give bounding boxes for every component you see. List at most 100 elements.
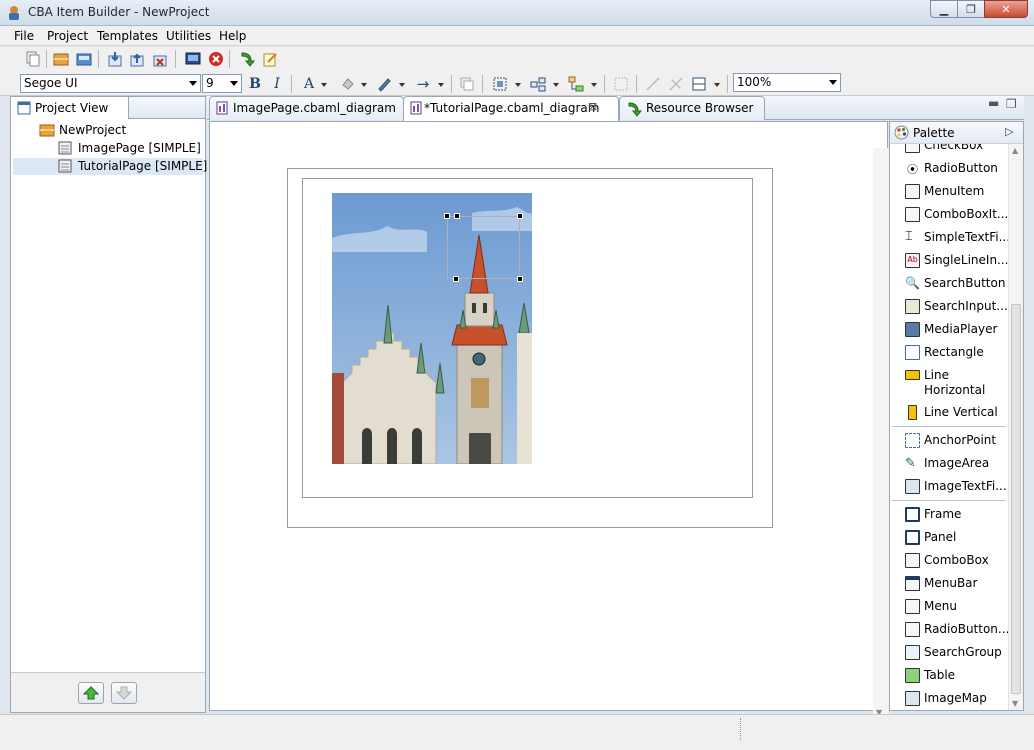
remove-connector-icon[interactable] — [667, 75, 685, 93]
close-tab-icon[interactable]: ⊠ — [588, 100, 597, 113]
copy-icon[interactable] — [24, 50, 42, 68]
menu-utilities[interactable]: Utilities — [166, 29, 211, 43]
palette-item-table[interactable]: Table — [890, 666, 1008, 686]
preview-icon[interactable] — [184, 50, 202, 68]
resize-handle[interactable] — [453, 276, 459, 282]
palette-item-combobox[interactable]: ComboBox — [890, 551, 1008, 571]
minimize-button[interactable]: ▁ — [930, 0, 958, 18]
resize-handle[interactable] — [517, 213, 523, 219]
diagram-canvas[interactable]: ▼ ◀ ▶ — [209, 121, 889, 735]
menuitem-icon — [905, 184, 920, 199]
image-area-selection[interactable] — [447, 216, 520, 279]
zoom-select[interactable]: 100% — [733, 73, 841, 92]
select-all-icon[interactable] — [491, 75, 509, 93]
menu-project[interactable]: Project — [47, 29, 88, 43]
palette-item-comboboxitem[interactable]: ComboBoxIt... — [890, 205, 1008, 225]
chevron-down-icon[interactable] — [591, 83, 597, 87]
palette-item-radiobutton[interactable]: ⦿ RadioButton — [890, 159, 1008, 179]
group-icon[interactable] — [612, 75, 630, 93]
tab-resource-browser[interactable]: Resource Browser — [619, 96, 765, 120]
palette-item-singlelineinput[interactable]: Ab SingleLineIn... — [890, 251, 1008, 271]
page-frame[interactable] — [287, 168, 773, 528]
palette-item-line-horizontal[interactable]: Line Horizontal — [890, 366, 1008, 400]
move-down-button[interactable] — [111, 682, 137, 704]
scrollbar-thumb[interactable] — [1011, 304, 1021, 694]
chevron-down-icon[interactable] — [321, 83, 327, 87]
chevron-down-icon[interactable] — [515, 83, 521, 87]
palette-item-rectangle[interactable]: Rectangle — [890, 343, 1008, 363]
palette-item-searchinput[interactable]: SearchInput... — [890, 297, 1008, 317]
font-size-value: 9 — [206, 76, 214, 90]
export-icon[interactable] — [128, 50, 146, 68]
palette-item-imagearea[interactable]: ✎ ImageArea — [890, 454, 1008, 474]
palette-item-anchorpoint[interactable]: AnchorPoint — [890, 431, 1008, 451]
resize-handle[interactable] — [444, 213, 450, 219]
palette-item-checkbox[interactable]: CheckBox — [890, 144, 1008, 156]
scroll-down-icon[interactable]: ▼ — [1012, 699, 1018, 708]
palette-item-searchbutton[interactable]: 🔍 SearchButton — [890, 274, 1008, 294]
tab-project-view[interactable]: Project View — [11, 97, 129, 119]
scroll-up-icon[interactable]: ▲ — [1012, 146, 1018, 155]
fill-color-icon[interactable] — [338, 75, 356, 93]
font-size-select[interactable]: 9 — [202, 74, 242, 93]
palette-item-searchgroup[interactable]: SearchGroup — [890, 643, 1008, 663]
palette-item-radiobuttongroup[interactable]: RadioButton... — [890, 620, 1008, 640]
tree-item-imagepage[interactable]: ImagePage [SIMPLE] — [58, 140, 201, 157]
palette-item-label: SimpleTextFi... — [924, 230, 1008, 244]
tab-imagepage[interactable]: ImagePage.cbaml_diagram — [209, 96, 404, 120]
chevron-down-icon[interactable] — [714, 83, 720, 87]
layout-icon[interactable] — [567, 75, 585, 93]
line-color-icon[interactable] — [375, 75, 393, 93]
palette-scrollbar[interactable]: ▲ ▼ — [1008, 144, 1023, 710]
palette-item-menubar[interactable]: MenuBar — [890, 574, 1008, 594]
resize-handle[interactable] — [517, 276, 523, 282]
diagram-icon — [410, 101, 422, 115]
new-project-icon[interactable] — [52, 50, 70, 68]
palette-item-frame[interactable]: Frame — [890, 505, 1008, 525]
palette-item-mediaplayer[interactable]: MediaPlayer — [890, 320, 1008, 340]
move-up-button[interactable] — [78, 682, 104, 704]
palette-header: Palette ▷ — [890, 122, 1023, 144]
chevron-down-icon[interactable] — [438, 83, 444, 87]
palette-item-menuitem[interactable]: MenuItem — [890, 182, 1008, 202]
connector-icon[interactable] — [644, 75, 662, 93]
edit-icon[interactable] — [261, 50, 279, 68]
menu-help[interactable]: Help — [219, 29, 246, 43]
size-icon[interactable] — [690, 75, 708, 93]
italic-button[interactable]: I — [268, 75, 286, 93]
chevron-down-icon[interactable] — [553, 83, 559, 87]
bold-button[interactable]: B — [246, 75, 264, 93]
chevron-down-icon[interactable] — [399, 83, 405, 87]
palette-item-label: Frame — [924, 507, 962, 521]
palette-item-line-vertical[interactable]: Line Vertical — [890, 403, 1008, 423]
close-button[interactable]: ✕ — [984, 0, 1028, 18]
maximize-view-icon[interactable]: ❐ — [1006, 97, 1017, 111]
palette-item-imagemap[interactable]: ImageMap — [890, 689, 1008, 709]
palette-item-imagetextfield[interactable]: ImageTextFi... — [890, 477, 1008, 497]
vertical-scrollbar[interactable]: ▼ — [873, 148, 889, 718]
font-color-button[interactable]: A — [300, 75, 318, 93]
palette-item-panel[interactable]: Panel — [890, 528, 1008, 548]
font-family-select[interactable]: Segoe UI — [20, 74, 201, 93]
maximize-button[interactable]: ❐ — [957, 0, 985, 18]
palette-item-simpletextfield[interactable]: ⌶ SimpleTextFi... — [890, 228, 1008, 248]
stop-icon[interactable] — [207, 50, 225, 68]
copy-format-icon[interactable] — [458, 75, 476, 93]
resize-handle[interactable] — [454, 213, 460, 219]
open-project-icon[interactable] — [75, 50, 93, 68]
tree-item-newproject[interactable]: NewProject — [39, 122, 199, 139]
tab-tutorialpage[interactable]: *TutorialPage.cbaml_diagram ⊠ — [403, 96, 619, 121]
run-icon[interactable] — [238, 50, 256, 68]
arrange-icon[interactable] — [529, 75, 547, 93]
panel[interactable] — [302, 178, 753, 498]
tree-item-tutorialpage[interactable]: TutorialPage [SIMPLE] — [13, 158, 207, 175]
palette-item-menu[interactable]: Menu — [890, 597, 1008, 617]
line-style-icon[interactable]: → — [414, 75, 432, 93]
menu-templates[interactable]: Templates — [97, 29, 158, 43]
menu-file[interactable]: File — [14, 29, 34, 43]
import-icon[interactable] — [106, 50, 124, 68]
palette-collapse-icon[interactable]: ▷ — [1005, 125, 1013, 138]
export-remove-icon[interactable] — [151, 50, 169, 68]
chevron-down-icon[interactable] — [361, 83, 367, 87]
minimize-view-icon[interactable]: ▬ — [988, 96, 999, 110]
